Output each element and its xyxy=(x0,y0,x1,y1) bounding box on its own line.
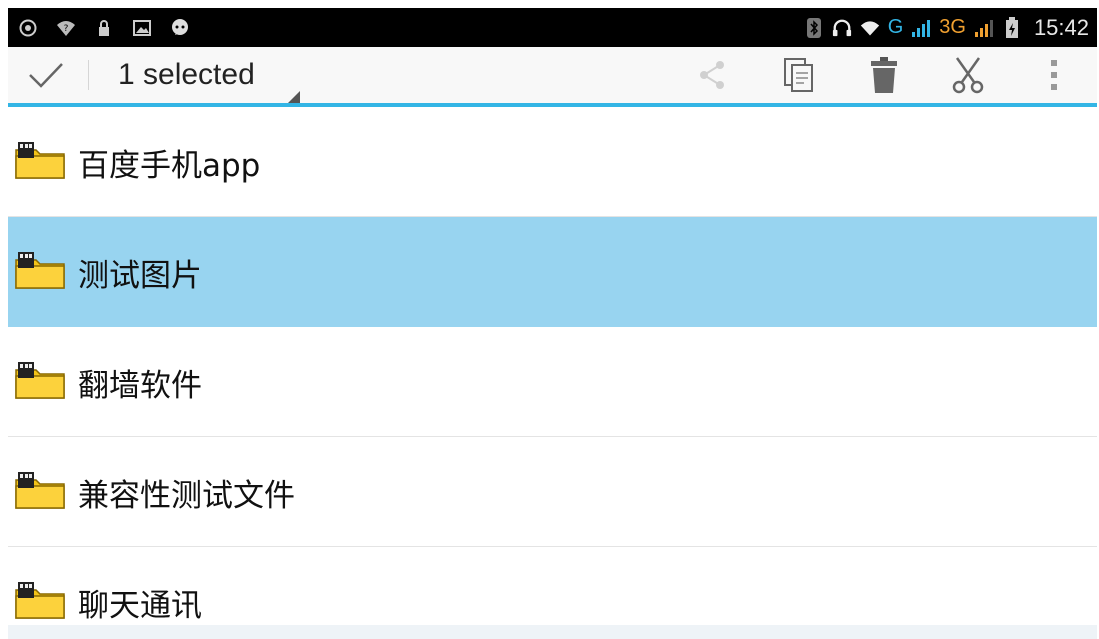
list-item[interactable]: 翻墙软件 xyxy=(8,327,1097,437)
list-item-selected[interactable]: 测试图片 xyxy=(8,217,1097,327)
status-bar: ? G 3G 15:42 xyxy=(8,8,1097,47)
delete-button[interactable] xyxy=(854,47,914,103)
scissors-icon xyxy=(952,57,984,94)
wifi-question-icon: ? xyxy=(56,18,76,38)
whatsapp-icon xyxy=(18,18,38,38)
check-icon xyxy=(29,63,63,88)
cut-button[interactable] xyxy=(938,47,998,103)
selection-dropdown[interactable]: 1 selected xyxy=(118,47,255,103)
headset-icon xyxy=(832,18,852,38)
screen: ? G 3G 15:42 1 selected 百度手机app 测试图片 翻墙软… xyxy=(8,8,1097,639)
list-item[interactable]: 兼容性测试文件 xyxy=(8,437,1097,547)
dropdown-indicator-icon xyxy=(288,91,300,103)
status-right-icons: G 3G 15:42 xyxy=(804,8,1089,47)
list-bottom-edge xyxy=(8,625,1097,639)
signal-3g-icon xyxy=(974,18,994,38)
network-g-label: G xyxy=(887,16,904,38)
selection-count-label: 1 selected xyxy=(118,58,255,91)
copy-icon xyxy=(784,58,813,92)
overflow-menu-button[interactable] xyxy=(1024,47,1084,103)
trash-icon xyxy=(871,57,897,93)
network-3g-label: 3G xyxy=(939,16,966,38)
status-left-icons: ? xyxy=(18,8,190,47)
sd-folder-icon xyxy=(15,582,65,619)
sd-folder-icon xyxy=(15,142,65,179)
done-button[interactable] xyxy=(18,47,74,103)
share-button[interactable] xyxy=(682,47,742,103)
battery-icon xyxy=(1002,16,1022,38)
lock-icon xyxy=(94,18,114,38)
clock: 15:42 xyxy=(1033,14,1089,40)
sd-folder-icon xyxy=(15,472,65,509)
svg-text:?: ? xyxy=(64,24,69,34)
signal-icon xyxy=(911,18,931,38)
sd-folder-icon xyxy=(15,362,65,399)
copy-button[interactable] xyxy=(769,47,829,103)
file-name: 翻墙软件 xyxy=(78,367,202,404)
file-name: 百度手机app xyxy=(78,147,261,184)
more-vert-icon xyxy=(1051,60,1057,90)
wifi-icon xyxy=(860,18,880,38)
sd-folder-icon xyxy=(15,252,65,289)
image-icon xyxy=(132,18,152,38)
action-bar-divider xyxy=(88,60,89,90)
share-icon xyxy=(700,61,724,89)
chat-bubble-icon xyxy=(170,18,190,38)
file-name: 兼容性测试文件 xyxy=(78,477,295,514)
list-item[interactable]: 百度手机app xyxy=(8,107,1097,217)
file-name: 测试图片 xyxy=(78,257,202,294)
bluetooth-icon xyxy=(804,17,824,38)
file-list: 百度手机app 测试图片 翻墙软件 兼容性测试文件 聊天通讯 xyxy=(8,107,1097,639)
